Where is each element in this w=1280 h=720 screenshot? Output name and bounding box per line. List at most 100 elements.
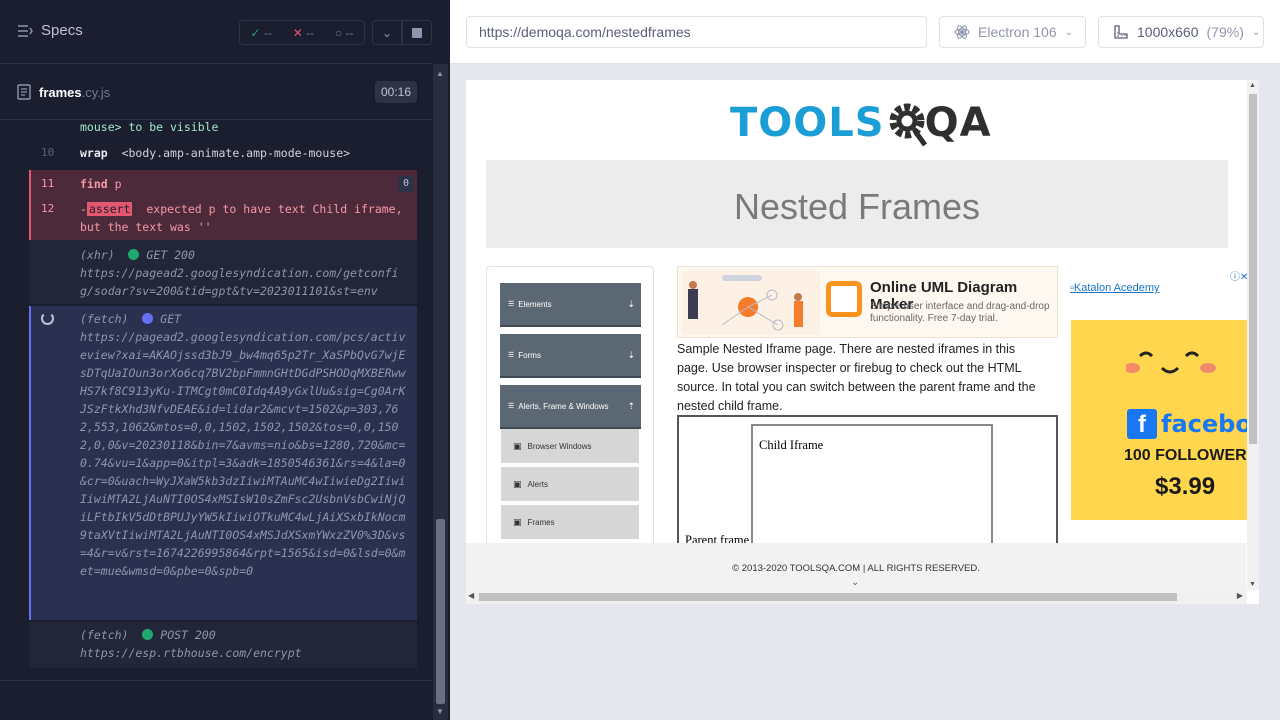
status-dot-icon [128, 249, 140, 260]
specs-toggle[interactable]: Specs [17, 22, 83, 39]
browser-selector[interactable]: Electron 106 ⌄ [939, 16, 1086, 48]
assert-row-failed[interactable]: 12 - assert expected p to have text Child… [29, 198, 417, 240]
facebook-word: facebook [1161, 410, 1248, 438]
scroll-up-icon[interactable]: ▲ [1249, 82, 1256, 89]
iframe-vertical-scrollbar[interactable]: ▲ ▼ [1247, 80, 1259, 590]
nav-group-elements[interactable]: ☰ Elements ⇣ [500, 283, 641, 327]
price-text: $3.99 [1155, 473, 1216, 500]
command-row[interactable]: 10 wrap <body.amp-animate.amp-mode-mouse… [29, 142, 417, 164]
command-log-scrollbar[interactable]: ▲ ▼ [433, 64, 448, 720]
command-keyword: find [80, 177, 108, 191]
html-icon: ▣ [513, 440, 522, 451]
scroll-left-icon[interactable]: ◀ [468, 591, 474, 600]
scrollbar-thumb[interactable] [436, 519, 445, 704]
facebook-ad[interactable]: f facebook 100 FOLLOWERS $3.99 [1071, 320, 1248, 520]
assert-text: - assert expected p to have text Child if… [80, 200, 412, 236]
html-icon: ▣ [513, 478, 522, 489]
list-icon: ☰ [508, 352, 515, 359]
pending-stat: ○ -- [335, 26, 354, 40]
command-row[interactable]: mouse> to be visible [29, 120, 417, 138]
request-status: GET [160, 312, 182, 326]
iframe-horizontal-scrollbar[interactable]: ◀ ▶ [466, 590, 1247, 604]
page-footer: © 2013-2020 TOOLSQA.COM | ALL RIGHTS RES… [466, 543, 1246, 591]
expand-icon: ⇣ [627, 349, 635, 360]
element-count-badge: 0 [398, 176, 414, 192]
request-url: https://pagead2.googlesyndication.com/ge… [80, 266, 399, 298]
status-dot-icon [142, 313, 154, 324]
ad-description: Simple user interface and drag-and-drop … [870, 301, 1050, 324]
document-icon [17, 84, 31, 100]
url-field[interactable]: https://demoqa.com/nestedframes [466, 16, 927, 48]
command-text: p [114, 177, 122, 191]
nav-group-label: Elements [518, 299, 552, 309]
nav-group-label: Forms [518, 350, 541, 360]
toolsqa-logo[interactable]: TOOLS QA [730, 97, 992, 149]
pending-count: -- [345, 25, 354, 40]
network-row[interactable]: (xhr) GET 200 https://pagead2.googlesynd… [29, 240, 417, 304]
scroll-down-icon[interactable]: ▼ [1249, 581, 1256, 588]
browser-name: Electron 106 [978, 24, 1057, 40]
viewport-size: 1000x660 [1137, 24, 1199, 40]
request-status: POST 200 [160, 628, 216, 642]
right-ad[interactable]: ▫Katalon Acedemy ⓘ✕ f facebook 100 FOLLO… [1060, 266, 1248, 534]
left-nav: ☰ Elements ⇣ ☰ Forms ⇣ ☰ Alerts, Frame &… [486, 266, 654, 546]
katalon-alt-text: Katalon Acedemy [1073, 282, 1160, 294]
ad-info-icon[interactable]: ⓘ✕ [1230, 268, 1248, 283]
spec-file-name: frames [39, 84, 82, 100]
scrollbar-thumb[interactable] [1249, 94, 1257, 444]
check-icon: ✓ [250, 25, 261, 40]
passed-count: -- [263, 25, 272, 40]
list-icon: ☰ [508, 301, 515, 308]
spinner-icon [41, 312, 54, 325]
nav-group-alerts[interactable]: ☰ Alerts, Frame & Windows ⇡ [500, 385, 641, 429]
scroll-up-icon[interactable]: ▲ [436, 69, 444, 78]
parent-iframe: Child Iframe Parent frame [677, 415, 1058, 564]
logo-part1: TOOLS [730, 100, 885, 146]
child-iframe-text: Child Iframe [759, 438, 824, 452]
list-icon: ☰ [508, 403, 515, 410]
app-under-test: https://demoqa.com/nestedframes Electron… [450, 0, 1280, 720]
stop-button[interactable] [402, 20, 432, 45]
nav-group-forms[interactable]: ☰ Forms ⇣ [500, 334, 641, 378]
scrollbar-thumb[interactable] [479, 593, 1177, 601]
scroll-down-icon[interactable]: ▼ [436, 707, 444, 716]
command-number: 10 [41, 146, 55, 159]
command-row-failed[interactable]: 11 find p 0 [29, 170, 417, 198]
page-banner: Nested Frames [486, 160, 1228, 248]
facebook-icon: f [1127, 409, 1157, 439]
menu-icon [18, 24, 33, 37]
request-url: https://pagead2.googlesyndication.com/pc… [80, 330, 406, 578]
command-log: mouse> to be visible 10 wrap <body.amp-a… [29, 120, 417, 668]
nav-item-alerts[interactable]: ▣ Alerts [501, 467, 639, 503]
uml-ad-banner[interactable]: Online UML Diagram Maker Simple user int… [677, 266, 1058, 338]
ruler-icon [1114, 25, 1128, 39]
smiley-icon [1126, 351, 1216, 374]
nav-item-frames[interactable]: ▣ Frames [501, 505, 639, 541]
request-url: https://esp.rtbhouse.com/encrypt [80, 646, 302, 660]
nav-group-label: Alerts, Frame & Windows [518, 401, 609, 411]
nav-item-label: Alerts [527, 479, 548, 489]
katalon-ad-link[interactable]: ▫Katalon Acedemy [1070, 282, 1160, 294]
scroll-right-icon[interactable]: ▶ [1237, 591, 1243, 600]
collapse-icon: ⇡ [627, 400, 635, 411]
nav-item-label: Browser Windows [527, 441, 592, 451]
chevron-down-icon: ⌄ [1064, 26, 1073, 38]
page-title: Nested Frames [733, 186, 981, 227]
html-icon: ▣ [513, 516, 522, 527]
network-row-pending[interactable]: (fetch) GET https://pagead2.googlesyndic… [29, 306, 417, 620]
failed-stat: ✕ -- [293, 26, 314, 40]
spec-file[interactable]: frames.cy.js [17, 84, 110, 100]
run-timer: 00:16 [375, 81, 417, 103]
facebook-logo: f facebook [1127, 409, 1248, 439]
viewport-selector[interactable]: 1000x660 (79%) ⌄ [1098, 16, 1264, 48]
chevron-down-button[interactable]: ⌄ [372, 20, 402, 45]
nav-item-browser-windows[interactable]: ▣ Browser Windows [501, 429, 639, 465]
electron-icon [954, 25, 970, 39]
network-row[interactable]: (fetch) POST 200 https://esp.rtbhouse.co… [29, 622, 417, 668]
request-method: (xhr) [80, 248, 115, 262]
passed-stat: ✓ -- [250, 26, 271, 40]
chevron-down-icon: ⌄ [1251, 26, 1261, 38]
failed-count: -- [306, 25, 315, 40]
chevron-down-icon[interactable]: ⌄ [851, 577, 859, 588]
test-stats: ✓ -- ✕ -- ○ -- [239, 20, 365, 45]
